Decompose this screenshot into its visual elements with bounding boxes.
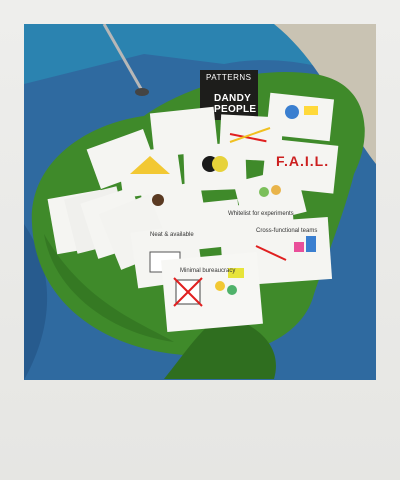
brand-card-title: PATTERNS	[206, 73, 252, 82]
polaroid-frame: PATTERNS DANDY PEOPLE F.A.I.L. Minimal b…	[0, 0, 400, 480]
card-illustration	[306, 236, 316, 252]
card-illustration	[304, 106, 318, 115]
card-illustration	[285, 105, 299, 119]
card-illustration	[271, 185, 281, 195]
card-illustration	[259, 187, 269, 197]
card-illustration	[212, 156, 228, 172]
fail-card-title: F.A.I.L.	[276, 153, 330, 169]
card-illustration	[152, 194, 164, 206]
table-leg-foot	[135, 88, 149, 96]
brand-card-name-line2: PEOPLE	[214, 104, 257, 115]
photo	[24, 24, 376, 380]
cross-card-title: Cross-functional teams	[256, 228, 318, 234]
minimal-card-title: Minimal bureaucracy	[180, 268, 236, 274]
card-illustration	[215, 281, 225, 291]
card-illustration	[294, 242, 304, 252]
experiments-card-title: Whitelist for experiments	[228, 211, 294, 217]
card-illustration	[227, 285, 237, 295]
photo-scene	[24, 24, 376, 380]
brand-card-name-line1: DANDY	[214, 93, 252, 104]
neat-card-title: Neat & available	[150, 232, 194, 238]
